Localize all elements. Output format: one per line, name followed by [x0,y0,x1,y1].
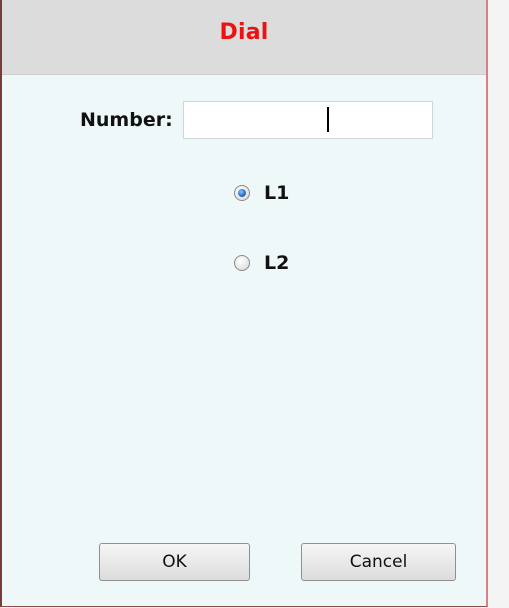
dialog-title: Dial [219,20,269,45]
dialog-titlebar: Dial [2,0,486,75]
line-label-l1: L1 [264,182,290,204]
line-option-l2[interactable]: L2 [234,252,289,274]
cancel-button[interactable]: Cancel [301,543,456,581]
text-caret [327,107,329,132]
radio-button-l2[interactable] [234,255,250,271]
number-input[interactable] [182,101,433,139]
radio-button-l1[interactable] [234,185,250,201]
number-row: Number: [80,98,433,142]
dial-dialog: Dial Number: L1 L2 OK Cancel [0,0,488,607]
line-option-l1[interactable]: L1 [234,182,289,204]
ok-button[interactable]: OK [99,543,250,581]
line-label-l2: L2 [264,252,290,274]
number-label: Number: [80,109,173,131]
